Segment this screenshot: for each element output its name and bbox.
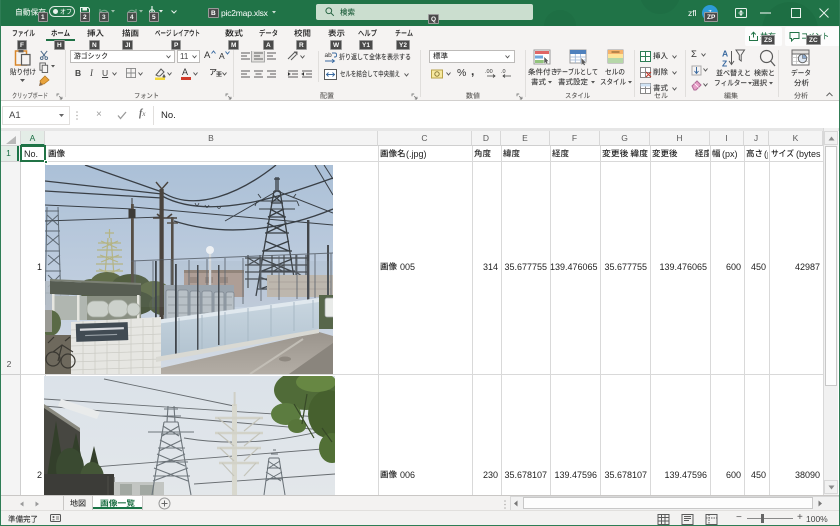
svg-text:.00: .00 — [485, 69, 493, 75]
svg-text:ab: ab — [325, 52, 333, 59]
svg-text:Z: Z — [722, 59, 727, 69]
svg-text:A: A — [722, 49, 728, 59]
svg-text:.0: .0 — [501, 69, 506, 75]
